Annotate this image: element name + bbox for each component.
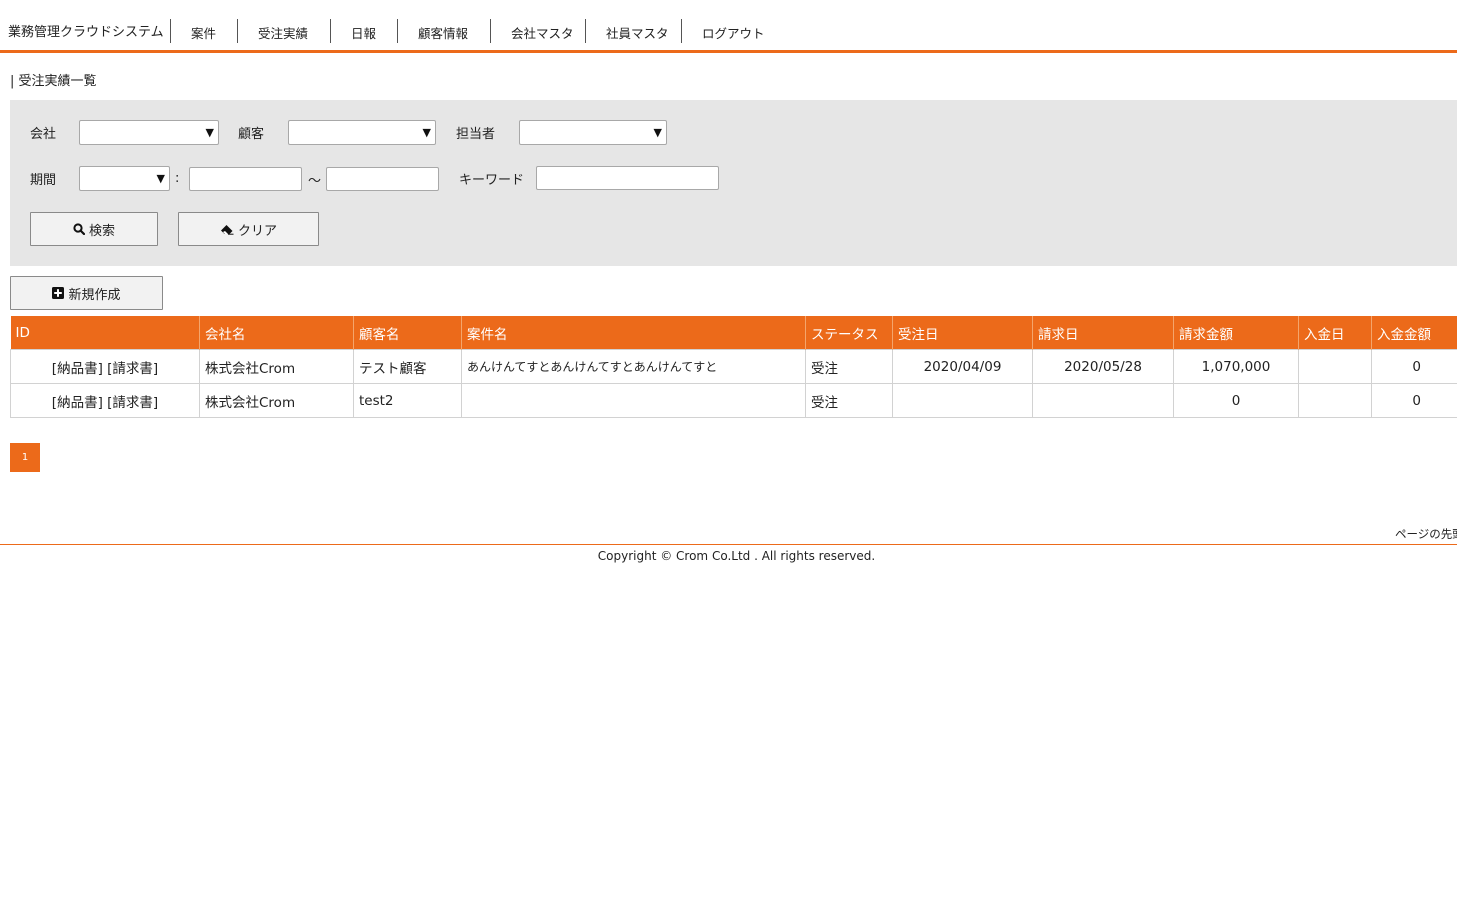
nav-separator xyxy=(397,19,398,43)
payment-amount-cell: 0 xyxy=(1371,383,1457,418)
dropdown-arrow-icon: ▼ xyxy=(422,126,431,139)
app-brand[interactable]: 業務管理クラウドシステム xyxy=(8,21,164,40)
column-header-billing-date[interactable]: 請求日 xyxy=(1032,316,1174,350)
id-cell: [納品書] [請求書] xyxy=(10,349,200,384)
period-to-input[interactable] xyxy=(326,167,439,191)
payment-amount-cell: 0 xyxy=(1371,349,1457,384)
company-label: 会社 xyxy=(30,127,57,142)
search-button-label: 検索 xyxy=(88,223,115,239)
column-header-project[interactable]: 案件名 xyxy=(461,316,806,350)
nav-item-logout[interactable]: ログアウト xyxy=(702,23,765,42)
search-icon xyxy=(73,223,85,235)
billing-date-cell: 2020/05/28 xyxy=(1032,349,1174,384)
clear-button-label: クリア xyxy=(237,223,277,239)
nav-separator xyxy=(170,19,171,43)
status-cell: 受注 xyxy=(805,349,893,384)
nav-separator xyxy=(681,19,682,43)
company-cell: 株式会社Crom xyxy=(199,383,354,418)
nav-separator xyxy=(585,19,586,43)
column-header-company[interactable]: 会社名 xyxy=(199,316,354,350)
invoice-link[interactable]: [請求書] xyxy=(107,361,158,377)
nav-separator xyxy=(330,19,331,43)
search-button[interactable]: 検索 xyxy=(30,212,158,246)
dropdown-arrow-icon: ▼ xyxy=(156,172,165,185)
delivery-note-link[interactable]: [納品書] xyxy=(52,395,103,411)
table-header-row: ID 会社名 顧客名 案件名 ステータス 受注日 請求日 請求金額 入金日 入金… xyxy=(10,316,1457,350)
order-date-cell: 2020/04/09 xyxy=(892,349,1033,384)
nav-item-daily-report[interactable]: 日報 xyxy=(351,23,376,42)
footer-divider xyxy=(0,544,1457,545)
billing-amount-cell: 1,070,000 xyxy=(1173,349,1299,384)
nav-item-company-master[interactable]: 会社マスタ xyxy=(511,23,574,42)
customer-cell: test2 xyxy=(353,383,462,418)
staff-label: 担当者 xyxy=(456,127,496,142)
pagination-page-1[interactable]: 1 xyxy=(10,443,40,472)
new-create-button[interactable]: 新規作成 xyxy=(10,276,163,310)
copyright-text: Copyright © Crom Co.Ltd . All rights res… xyxy=(597,549,876,563)
column-header-payment-amount[interactable]: 入金金額 xyxy=(1371,316,1457,350)
page: 業務管理クラウドシステム 案件 受注実績 日報 顧客情報 会社マスタ 社員マスタ… xyxy=(0,0,1457,910)
nav-separator xyxy=(237,19,238,43)
status-cell: 受注 xyxy=(805,383,893,418)
period-colon: : xyxy=(175,171,180,186)
period-from-input[interactable] xyxy=(189,167,302,191)
delivery-note-link[interactable]: [納品書] xyxy=(52,361,103,377)
order-results-table: ID 会社名 顧客名 案件名 ステータス 受注日 請求日 請求金額 入金日 入金… xyxy=(10,316,1457,418)
column-header-customer[interactable]: 顧客名 xyxy=(353,316,462,350)
staff-select[interactable]: ▼ xyxy=(519,120,667,145)
period-label: 期間 xyxy=(30,173,57,188)
page-title: | 受注実績一覧 xyxy=(10,74,97,89)
search-panel: 会社 ▼ 顧客 ▼ 担当者 ▼ 期間 ▼ : ～ キーワード 検索 クリア xyxy=(10,100,1457,266)
billing-amount-cell: 0 xyxy=(1173,383,1299,418)
project-cell: あんけんてすとあんけんてすとあんけんてすと xyxy=(461,349,806,384)
customer-select[interactable]: ▼ xyxy=(288,120,436,145)
eraser-icon xyxy=(220,225,234,235)
clear-button[interactable]: クリア xyxy=(178,212,319,246)
company-cell: 株式会社Crom xyxy=(199,349,354,384)
customer-cell: テスト顧客 xyxy=(353,349,462,384)
dropdown-arrow-icon: ▼ xyxy=(653,126,662,139)
nav-separator xyxy=(490,19,491,43)
project-cell xyxy=(461,383,806,418)
period-type-select[interactable]: ▼ xyxy=(79,166,170,191)
order-date-cell xyxy=(892,383,1033,418)
nav-item-order-results[interactable]: 受注実績 xyxy=(258,23,308,42)
nav-item-employee-master[interactable]: 社員マスタ xyxy=(606,23,669,42)
column-header-id[interactable]: ID xyxy=(10,316,200,350)
plus-square-icon xyxy=(52,287,65,299)
new-create-button-label: 新規作成 xyxy=(68,287,121,303)
dropdown-arrow-icon: ▼ xyxy=(205,126,214,139)
payment-date-cell xyxy=(1298,383,1372,418)
payment-date-cell xyxy=(1298,349,1372,384)
page-top-link[interactable]: ページの先頭へ xyxy=(1395,526,1457,542)
period-tilde: ～ xyxy=(308,174,322,189)
column-header-order-date[interactable]: 受注日 xyxy=(892,316,1033,350)
top-navigation: 業務管理クラウドシステム 案件 受注実績 日報 顧客情報 会社マスタ 社員マスタ… xyxy=(0,0,1457,53)
keyword-input[interactable] xyxy=(536,166,719,190)
invoice-link[interactable]: [請求書] xyxy=(107,395,158,411)
company-select[interactable]: ▼ xyxy=(79,120,219,145)
table-row: [納品書] [請求書] 株式会社Crom テスト顧客 あんけんてすとあんけんてす… xyxy=(10,349,1457,384)
table-row: [納品書] [請求書] 株式会社Crom test2 受注 0 0 xyxy=(10,383,1457,418)
column-header-status[interactable]: ステータス xyxy=(805,316,893,350)
nav-item-projects[interactable]: 案件 xyxy=(191,23,216,42)
nav-item-customer-info[interactable]: 顧客情報 xyxy=(418,23,468,42)
billing-date-cell xyxy=(1032,383,1174,418)
keyword-label: キーワード xyxy=(459,173,525,188)
column-header-payment-date[interactable]: 入金日 xyxy=(1298,316,1372,350)
customer-label: 顧客 xyxy=(238,127,265,142)
column-header-billing-amount[interactable]: 請求金額 xyxy=(1173,316,1299,350)
id-cell: [納品書] [請求書] xyxy=(10,383,200,418)
